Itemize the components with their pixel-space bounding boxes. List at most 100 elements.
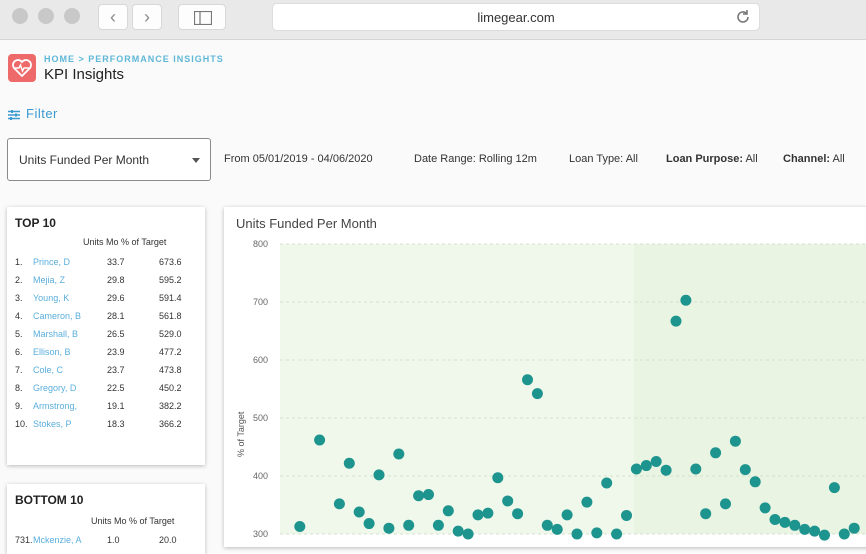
breadcrumb[interactable]: HOME > PERFORMANCE INSIGHTS <box>44 54 224 64</box>
browser-toolbar: ‹ › limegear.com <box>0 0 866 40</box>
scatter-point <box>650 456 662 467</box>
loan-type-value: All <box>625 153 638 165</box>
units-cell: 18.3 <box>107 419 125 429</box>
scatter-point <box>472 509 484 521</box>
scatter-point <box>591 527 603 539</box>
name-link[interactable]: Prince, D <box>33 257 70 267</box>
date-range-filter[interactable]: Date Range: Rolling 12m <box>414 153 537 165</box>
scatter-point <box>333 498 345 510</box>
scatter-point <box>700 508 712 520</box>
scatter-point <box>522 374 533 386</box>
scatter-point <box>561 509 573 521</box>
sidebar-toggle-button[interactable] <box>178 4 226 30</box>
minimize-window-dot[interactable] <box>38 8 54 24</box>
plot-band-left <box>280 244 634 534</box>
loan-type-filter[interactable]: Loan Type: All <box>569 153 638 165</box>
table-row: 6. Ellison, B 23.9 477.2 <box>15 347 203 365</box>
scatter-point <box>621 509 632 521</box>
scatter-chart: 800 700 600 500 400 300 % of Target <box>236 239 866 541</box>
loan-type-label: Loan Type: <box>569 153 624 165</box>
units-cell: 23.7 <box>107 365 125 375</box>
scatter-point <box>541 519 553 531</box>
scatter-point <box>739 464 751 476</box>
y-tick-label: 600 <box>253 355 268 365</box>
pct-cell: 382.2 <box>159 401 182 411</box>
y-tick-label: 500 <box>253 413 268 423</box>
back-button[interactable]: ‹ <box>98 4 128 30</box>
scatter-point <box>660 464 672 476</box>
scatter-point <box>551 523 563 535</box>
scatter-point <box>838 528 850 540</box>
name-link[interactable]: Cole, C <box>33 365 63 375</box>
top10-title: TOP 10 <box>15 216 56 230</box>
scatter-point <box>393 448 405 460</box>
y-tick-label: 800 <box>253 239 268 249</box>
scatter-point <box>779 516 791 528</box>
scatter-point <box>680 294 692 306</box>
rank-cell: 8. <box>15 383 23 393</box>
scatter-point <box>720 498 731 510</box>
scatter-point <box>442 505 454 517</box>
zoom-window-dot[interactable] <box>64 8 80 24</box>
loan-purpose-filter[interactable]: Loan Purpose: All <box>666 153 758 165</box>
units-cell: 19.1 <box>107 401 125 411</box>
name-link[interactable]: Mejia, Z <box>33 275 65 285</box>
name-link[interactable]: Mckenzie, A <box>33 535 82 545</box>
table-row: 9. Armstrong, 19.1 382.2 <box>15 401 203 419</box>
scatter-point <box>710 447 722 459</box>
top10-card: TOP 10 Units Mo % of Target 1. Prince, D 3… <box>7 207 205 465</box>
address-bar[interactable]: limegear.com <box>272 3 760 31</box>
units-cell: 26.5 <box>107 329 125 339</box>
pct-cell: 473.8 <box>159 365 182 375</box>
units-cell: 33.7 <box>107 257 125 267</box>
channel-value: All <box>832 153 845 165</box>
scatter-point <box>640 460 652 472</box>
pct-cell: 595.2 <box>159 275 182 285</box>
metric-select[interactable]: Units Funded Per Month <box>7 138 211 181</box>
scatter-point <box>343 457 355 469</box>
bottom10-pct-header: % of Target <box>129 516 175 526</box>
scatter-point <box>383 522 395 534</box>
pct-cell: 20.0 <box>159 535 177 545</box>
channel-filter[interactable]: Channel: All <box>783 153 845 165</box>
bottom10-title: BOTTOM 10 <box>15 493 84 507</box>
name-link[interactable]: Cameron, B <box>33 311 81 321</box>
name-link[interactable]: Armstrong, <box>33 401 77 411</box>
name-link[interactable]: Ellison, B <box>33 347 71 357</box>
y-axis-label: % of Target <box>236 411 246 457</box>
scatter-point <box>423 489 434 501</box>
app-logo <box>8 54 36 82</box>
scatter-point <box>729 435 741 447</box>
name-link[interactable]: Gregory, D <box>33 383 76 393</box>
rank-cell: 1. <box>15 257 23 267</box>
name-link[interactable]: Marshall, B <box>33 329 78 339</box>
filter-button[interactable]: Filter <box>8 106 58 121</box>
bottom10-units-header: Units Mo <box>91 516 127 526</box>
units-cell: 29.8 <box>107 275 125 285</box>
scatter-point <box>690 463 702 475</box>
reload-icon[interactable] <box>735 9 751 25</box>
page-title: KPI Insights <box>44 66 125 83</box>
date-range-label: Date Range: <box>414 153 476 165</box>
rank-cell: 5. <box>15 329 23 339</box>
scatter-point <box>512 508 524 520</box>
name-link[interactable]: Young, K <box>33 293 69 303</box>
scatter-point <box>848 522 860 534</box>
table-row: 10. Stokes, P 18.3 366.2 <box>15 419 203 437</box>
scatter-point <box>789 519 801 531</box>
name-link[interactable]: Stokes, P <box>33 419 72 429</box>
rank-cell: 3. <box>15 293 23 303</box>
y-tick-label: 300 <box>253 529 268 539</box>
scatter-point <box>601 477 613 489</box>
units-cell: 22.5 <box>107 383 125 393</box>
scatter-point <box>452 525 464 537</box>
close-window-dot[interactable] <box>12 8 28 24</box>
pct-cell: 529.0 <box>159 329 182 339</box>
scatter-point <box>531 388 543 400</box>
scatter-point <box>432 519 444 531</box>
scatter-point <box>670 315 682 327</box>
scatter-point <box>294 520 306 532</box>
sliders-icon <box>8 110 20 120</box>
forward-button[interactable]: › <box>132 4 162 30</box>
units-cell: 1.0 <box>107 535 120 545</box>
